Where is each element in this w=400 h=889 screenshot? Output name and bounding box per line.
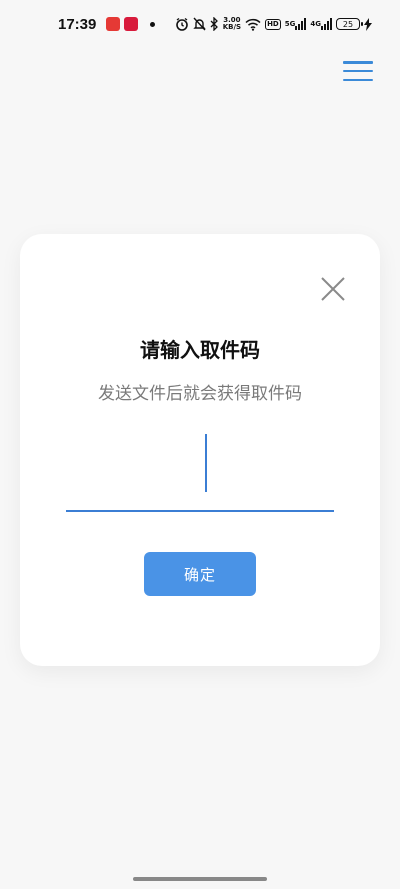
app-notification-icon-2 [124,17,139,31]
dialog-subtitle: 发送文件后就会获得取件码 [98,384,302,404]
mute-bell-icon [193,17,206,31]
signal-5g: 5G [285,17,307,31]
status-time: 17:39 [58,15,97,33]
status-icons: 3.00 KB/S HD 5G 4G 25 [175,17,372,31]
net-speed-unit: KB/S [222,23,242,31]
menu-line [343,78,373,81]
network-speed: 3.00 KB/S [223,17,241,31]
home-indicator[interactable] [133,877,267,881]
pickup-code-input[interactable] [66,430,334,514]
bluetooth-icon [210,17,219,31]
battery-icon: 25 [336,18,363,30]
close-icon[interactable] [320,276,346,302]
battery-level: 25 [342,19,354,29]
status-bar: 17:39 3.00 KB/S HD 5G 4G 25 [0,0,400,48]
input-underline [66,510,334,512]
charging-icon [364,17,372,31]
alarm-icon [175,17,189,31]
signal-4g: 4G [310,17,332,31]
menu-line [343,61,373,64]
wifi-icon [245,17,261,31]
app-notification-icon [106,17,121,31]
signal-4g-label: 4G [310,20,321,28]
more-notifications-dot-icon [150,21,156,27]
menu-line [343,69,373,73]
pickup-code-dialog: 请输入取件码 发送文件后就会获得取件码 确定 [20,234,380,666]
confirm-button[interactable]: 确定 [144,552,256,596]
hamburger-menu-icon[interactable] [343,58,373,84]
dialog-title: 请输入取件码 [140,338,260,362]
hd-voice-icon: HD [265,18,281,30]
text-caret [205,434,207,492]
signal-5g-label: 5G [284,20,296,28]
